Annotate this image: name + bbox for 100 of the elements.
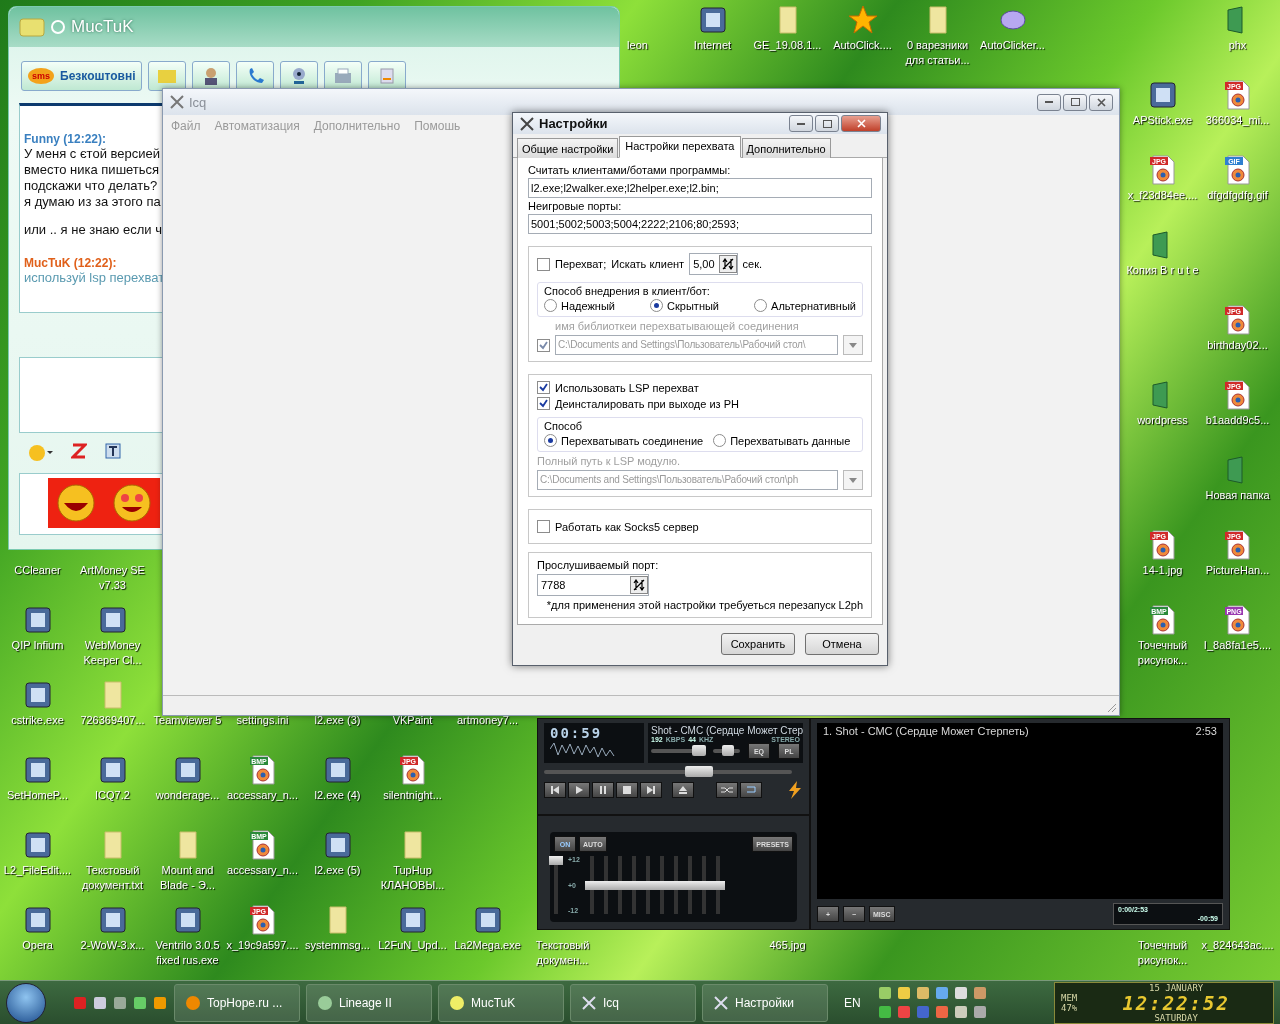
love-smiley-icon[interactable] bbox=[104, 478, 160, 528]
icon-label[interactable]: GE_19.08.1... bbox=[753, 38, 822, 53]
tray-icon[interactable] bbox=[933, 985, 950, 1001]
lightning-icon[interactable] bbox=[787, 781, 803, 799]
start-button[interactable] bbox=[6, 982, 46, 1023]
icon-label[interactable]: silentnight... bbox=[383, 788, 442, 803]
radio-button[interactable] bbox=[754, 299, 768, 312]
tray-icon[interactable] bbox=[952, 985, 969, 1001]
icon-label[interactable]: WebMoney Keeper Cl... bbox=[75, 638, 150, 668]
icon-label[interactable]: artmoney7... bbox=[456, 713, 519, 728]
input-field[interactable]: 5001;5002;5003;5004;2222;2106;80;2593; bbox=[528, 214, 872, 234]
resize-grip-icon[interactable] bbox=[1107, 703, 1117, 713]
minimize-button[interactable] bbox=[789, 115, 813, 132]
webcam-button[interactable] bbox=[280, 61, 319, 91]
repeat-button[interactable] bbox=[740, 782, 762, 798]
note-button[interactable] bbox=[148, 61, 187, 91]
eject-button[interactable] bbox=[672, 782, 694, 798]
icon-label[interactable]: wonderage... bbox=[155, 788, 220, 803]
language-indicator[interactable]: EN bbox=[844, 995, 861, 1010]
icon-label[interactable]: SetHomeP... bbox=[7, 788, 68, 803]
icon-label[interactable]: x_19c9a597.... bbox=[226, 938, 299, 953]
play-button[interactable] bbox=[568, 782, 590, 798]
checkbox[interactable] bbox=[537, 397, 550, 410]
icon-label[interactable]: L2FuN_Upd... bbox=[378, 938, 447, 953]
fax-button[interactable] bbox=[324, 61, 363, 91]
close-button[interactable] bbox=[841, 115, 881, 132]
playlist-item[interactable]: 1. Shot - СМС (Сердце Может Стерпеть) bbox=[823, 725, 1029, 737]
laughing-smiley-icon[interactable] bbox=[48, 478, 104, 528]
icon-label[interactable]: ArtMoney SE v7.33 bbox=[75, 563, 150, 593]
star-icon[interactable] bbox=[846, 4, 879, 36]
taskbar-button[interactable]: Настройки bbox=[702, 983, 828, 1022]
icon-label[interactable]: CCleaner bbox=[14, 563, 61, 578]
icon-label[interactable]: Текстовый документ.txt bbox=[75, 863, 150, 893]
file-transfer-button[interactable] bbox=[368, 61, 407, 91]
tray-icon[interactable] bbox=[971, 1004, 988, 1020]
icon-label[interactable]: 2-WoW-3.x... bbox=[80, 938, 145, 953]
balance-slider[interactable] bbox=[722, 745, 734, 756]
icon-label[interactable]: wordpress bbox=[1137, 413, 1188, 428]
taskbar-button[interactable]: MucTuK bbox=[438, 983, 564, 1022]
taskbar-button[interactable]: Icq bbox=[570, 983, 696, 1022]
phone-button[interactable] bbox=[236, 61, 275, 91]
cancel-button[interactable]: Отмена bbox=[805, 633, 879, 655]
icon-label[interactable]: l2.exe (5) bbox=[314, 863, 361, 878]
volume-slider[interactable] bbox=[692, 745, 707, 756]
checkbox[interactable] bbox=[537, 381, 550, 394]
icon-label[interactable]: QIP Infium bbox=[11, 638, 64, 653]
checkbox[interactable] bbox=[537, 338, 550, 352]
tray-icon[interactable] bbox=[876, 1004, 893, 1020]
tray-icon[interactable] bbox=[971, 985, 988, 1001]
icon-label[interactable]: b1aadd9c5... bbox=[1205, 413, 1270, 428]
sms-button[interactable]: sms Безкоштовні bbox=[21, 61, 143, 91]
icon-label[interactable]: Internet bbox=[693, 38, 732, 53]
spin-button[interactable] bbox=[630, 576, 648, 594]
icon-label[interactable]: PictureHan... bbox=[1205, 563, 1270, 578]
tab[interactable]: Общие настройки bbox=[517, 138, 619, 158]
pause-button[interactable] bbox=[592, 782, 614, 798]
icon-label[interactable]: I_8a8fa1e5.... bbox=[1203, 638, 1272, 653]
icon-label[interactable]: accessary_n... bbox=[227, 788, 298, 803]
radio-button[interactable] bbox=[544, 434, 557, 447]
tab[interactable]: Дополнительно bbox=[741, 138, 831, 158]
icon-label[interactable]: TupHup КЛАНОВЫ... bbox=[375, 863, 450, 893]
icon-label[interactable]: Ventrilo 3.0.5 fixed rus.exe bbox=[150, 938, 225, 968]
checkbox[interactable] bbox=[537, 257, 550, 271]
icon-label[interactable]: accessary_n... bbox=[227, 863, 298, 878]
save-button[interactable]: Сохранить bbox=[721, 633, 795, 655]
radio-button[interactable] bbox=[713, 434, 727, 447]
icon-label[interactable]: VKPaint bbox=[392, 713, 433, 728]
radio-button[interactable] bbox=[544, 299, 557, 312]
text-format-icon[interactable] bbox=[105, 443, 121, 459]
icon-label[interactable]: Точечный рисунок... bbox=[1125, 938, 1200, 968]
icon-label[interactable]: systemmsg... bbox=[305, 938, 370, 953]
icon-label[interactable]: Точечный рисунок... bbox=[1125, 638, 1200, 668]
icon-label[interactable]: l2.exe (3) bbox=[314, 713, 361, 728]
seek-slider[interactable] bbox=[684, 766, 713, 777]
taskbar-button[interactable]: TopHope.ru ... bbox=[174, 983, 300, 1022]
tray-icon[interactable] bbox=[895, 985, 912, 1001]
icon-label[interactable]: 14-1.jpg bbox=[1142, 563, 1183, 578]
input-field[interactable]: l2.exe;l2walker.exe;l2helper.exe;l2.bin; bbox=[528, 178, 872, 198]
icon-label[interactable]: cstrike.exe bbox=[11, 713, 64, 728]
icon-label[interactable]: Teamviewer 5 bbox=[153, 713, 222, 728]
previous-button[interactable] bbox=[544, 782, 566, 798]
close-button[interactable] bbox=[1089, 93, 1113, 111]
shuffle-button[interactable] bbox=[716, 782, 738, 798]
maximize-button[interactable] bbox=[815, 115, 839, 132]
tray-icon[interactable] bbox=[952, 1004, 969, 1020]
spin-field[interactable]: 5,00 bbox=[689, 253, 738, 275]
icon-label[interactable]: AutoClick.... bbox=[833, 38, 892, 53]
stop-button[interactable] bbox=[616, 782, 638, 798]
radio-button[interactable] bbox=[650, 299, 664, 312]
dropdown-button[interactable] bbox=[843, 470, 863, 490]
spin-button[interactable] bbox=[718, 255, 737, 273]
spin-field[interactable]: 7788 bbox=[537, 574, 649, 596]
eq-band-slider[interactable] bbox=[710, 880, 725, 890]
add-contact-button[interactable] bbox=[192, 61, 231, 91]
tray-icon[interactable] bbox=[876, 985, 893, 1001]
icon-label[interactable]: birthday02... bbox=[1207, 338, 1268, 353]
icon-label[interactable]: 465.jpg bbox=[769, 938, 806, 953]
icon-label[interactable]: Новая папка bbox=[1205, 488, 1270, 503]
next-button[interactable] bbox=[640, 782, 662, 798]
icon-label[interactable]: La2Mega.exe bbox=[454, 938, 521, 953]
